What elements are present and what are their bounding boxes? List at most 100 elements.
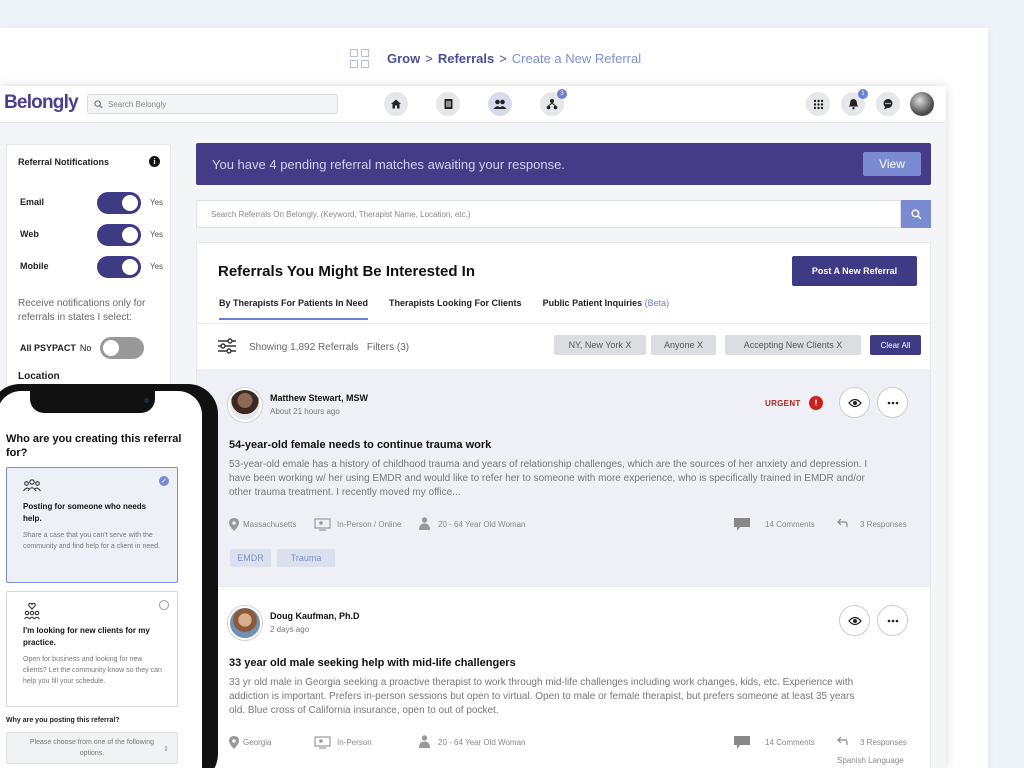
home-nav-button[interactable] xyxy=(384,92,408,116)
therapist-name[interactable]: Doug Kaufman, Ph.D xyxy=(270,611,360,621)
breadcrumb-separator: > xyxy=(499,51,507,66)
breadcrumb-grow[interactable]: Grow xyxy=(387,51,420,66)
global-search-input[interactable]: Search Belongly xyxy=(87,94,338,114)
more-icon xyxy=(887,401,898,404)
apps-button[interactable] xyxy=(806,92,830,116)
filter-bar: Showing 1,892 Referrals Filters (3) NY, … xyxy=(197,323,930,369)
documents-nav-button[interactable] xyxy=(436,92,460,116)
belongly-logo[interactable]: Belongly xyxy=(4,92,79,114)
filter-chip-location[interactable]: NY, New York X xyxy=(554,335,646,355)
option-title: Posting for someone who needs help. xyxy=(23,502,147,523)
referral-description: 53-year-old emale has a history of child… xyxy=(229,459,868,498)
network-badge: 3 xyxy=(557,89,567,99)
therapist-name[interactable]: Matthew Stewart, MSW xyxy=(270,393,368,403)
web-toggle[interactable] xyxy=(97,224,141,246)
responses-count[interactable]: 3 Responses xyxy=(860,738,907,747)
email-toggle[interactable] xyxy=(97,192,141,214)
eye-icon xyxy=(847,616,862,625)
tab-public-inquiries[interactable]: Public Patient Inquiries (Beta) xyxy=(543,298,670,320)
tab-label: Public Patient Inquiries xyxy=(542,298,643,308)
people-nav-button[interactable] xyxy=(488,92,512,116)
user-avatar[interactable] xyxy=(910,92,934,116)
referral-card[interactable]: Matthew Stewart, MSW About 21 hours ago … xyxy=(197,369,930,586)
more-options-button[interactable] xyxy=(877,605,908,636)
in-person-icon xyxy=(314,736,331,749)
tab-looking-for-clients[interactable]: Therapists Looking For Clients xyxy=(389,298,522,320)
client-age: 20 - 64 Year Old Woman xyxy=(438,738,526,747)
messages-button[interactable] xyxy=(876,92,900,116)
network-nav-button[interactable]: 3 xyxy=(540,89,567,116)
location-text: Georgia xyxy=(243,738,272,747)
tab-patients-in-need[interactable]: By Therapists For Patients In Need xyxy=(219,298,369,320)
view-referral-button[interactable] xyxy=(839,387,870,418)
referral-title[interactable]: 54-year-old female needs to continue tra… xyxy=(229,439,491,451)
reply-icon[interactable] xyxy=(837,736,848,746)
web-notification-row: Web Yes xyxy=(20,224,170,246)
mobile-toggle[interactable] xyxy=(97,256,141,278)
apps-grid-icon xyxy=(813,99,823,109)
info-icon[interactable]: i xyxy=(149,156,160,167)
breadcrumb-referrals[interactable]: Referrals xyxy=(438,51,494,66)
mobile-notification-row: Mobile Yes xyxy=(20,256,170,278)
tag-emdr[interactable]: EMDR xyxy=(230,549,271,567)
more-icon xyxy=(887,619,898,622)
notifications-button[interactable]: 1 xyxy=(841,89,868,116)
referral-tabs: By Therapists For Patients In Need Thera… xyxy=(219,298,669,320)
comment-icon[interactable] xyxy=(734,518,750,531)
toggle-state: Yes xyxy=(150,230,164,239)
breadcrumb: Grow > Referrals > Create a New Referral xyxy=(350,49,641,68)
referral-search-placeholder: Search Referrals On Belongly. (Keyword, … xyxy=(211,209,471,219)
option-radio-selected[interactable]: ✓ xyxy=(159,476,169,486)
email-notification-row: Email Yes xyxy=(20,192,170,214)
person-icon xyxy=(419,517,430,530)
sidebar-note: Receive notifications only for referrals… xyxy=(18,298,146,323)
search-icon xyxy=(94,99,103,109)
chat-icon xyxy=(883,99,893,110)
psypact-label: All PSYPACT xyxy=(20,343,76,353)
breadcrumb-current: Create a New Referral xyxy=(511,51,642,66)
referral-search-button[interactable] xyxy=(901,200,931,228)
top-navbar: Belongly Search Belongly 3 1 xyxy=(0,86,946,123)
referral-card[interactable]: Doug Kaufman, Ph.D 2 days ago 33 year ol… xyxy=(197,586,930,768)
page-title: Referrals You Might Be Interested In xyxy=(218,263,475,280)
reason-select[interactable]: Please choose from one of the following … xyxy=(6,732,178,764)
filter-sliders-icon[interactable] xyxy=(218,338,236,354)
global-search-placeholder: Search Belongly xyxy=(108,99,167,109)
option-radio[interactable] xyxy=(159,600,169,610)
option-new-clients[interactable]: I'm looking for new clients for my pract… xyxy=(6,591,178,707)
toggle-state: Yes xyxy=(150,262,164,271)
urgent-alert-icon: ! xyxy=(809,396,823,410)
location-pin-icon xyxy=(229,736,239,749)
reply-icon[interactable] xyxy=(837,518,848,528)
breadcrumb-separator: > xyxy=(425,51,433,66)
group-people-icon xyxy=(23,479,41,492)
location-pin-icon xyxy=(229,518,239,531)
filters-count[interactable]: Filters (3) xyxy=(367,342,409,353)
view-referral-button[interactable] xyxy=(839,605,870,636)
home-icon xyxy=(391,99,401,109)
referral-search-input[interactable]: Search Referrals On Belongly. (Keyword, … xyxy=(196,200,901,228)
therapist-avatar[interactable] xyxy=(228,606,262,640)
tag-trauma[interactable]: Trauma xyxy=(277,549,335,567)
filter-chip-anyone[interactable]: Anyone X xyxy=(651,335,716,355)
bell-icon xyxy=(848,99,858,110)
comments-count[interactable]: 14 Comments xyxy=(765,520,815,529)
psypact-toggle[interactable] xyxy=(100,337,144,359)
post-referral-button[interactable]: Post A New Referral xyxy=(792,256,917,286)
more-options-button[interactable] xyxy=(877,387,908,418)
comments-count[interactable]: 14 Comments xyxy=(765,738,815,747)
banner-text: You have 4 pending referral matches awai… xyxy=(212,156,565,172)
toggle-label: Email xyxy=(20,197,45,207)
referral-title[interactable]: 33 year old male seeking help with mid-l… xyxy=(229,657,516,669)
toggle-label: Mobile xyxy=(20,261,49,271)
client-age: 20 - 64 Year Old Woman xyxy=(438,520,526,529)
responses-count[interactable]: 3 Responses xyxy=(860,520,907,529)
referral-question: Who are you creating this referral for? xyxy=(6,433,182,459)
comment-icon[interactable] xyxy=(734,736,750,749)
why-posting-label: Why are you posting this referral? xyxy=(6,717,120,724)
clear-all-button[interactable]: Clear All xyxy=(870,335,921,355)
view-button[interactable]: View xyxy=(863,152,921,176)
filter-chip-accepting[interactable]: Accepting New Clients X xyxy=(725,335,861,355)
option-needs-help[interactable]: ✓ Posting for someone who needs help. Sh… xyxy=(6,467,178,583)
therapist-avatar[interactable] xyxy=(228,388,262,422)
